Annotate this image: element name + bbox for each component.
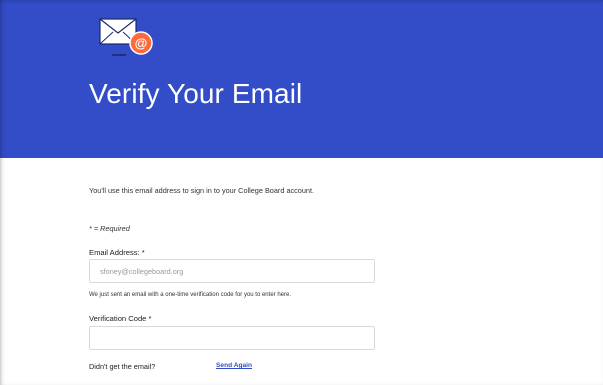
hero-banner: @ Verify Your Email <box>0 0 603 158</box>
intro-text: You'll use this email address to sign in… <box>89 186 315 195</box>
verification-code-field[interactable] <box>90 327 374 349</box>
verification-code-required-mark: * <box>148 314 152 323</box>
email-field-box <box>89 259 375 283</box>
svg-text:@: @ <box>135 36 148 51</box>
email-required-mark: * <box>141 248 145 257</box>
email-label-text: Email Address: <box>89 248 140 257</box>
email-at-icon: @ <box>99 18 153 56</box>
verification-code-label: Verification Code * <box>89 314 152 323</box>
email-label: Email Address: * <box>89 248 145 257</box>
resend-prompt: Didn't get the email? <box>89 362 156 371</box>
send-again-link[interactable]: Send Again <box>216 362 252 369</box>
email-field[interactable] <box>90 260 374 282</box>
page-frame: @ Verify Your Email You'll use this emai… <box>0 0 603 385</box>
verification-code-field-box <box>89 326 375 350</box>
verification-hint: We just sent an email with a one-time ve… <box>89 292 291 298</box>
required-note: * = Required <box>89 224 130 233</box>
verification-code-label-text: Verification Code <box>89 314 147 323</box>
page-title: Verify Your Email <box>89 78 303 109</box>
